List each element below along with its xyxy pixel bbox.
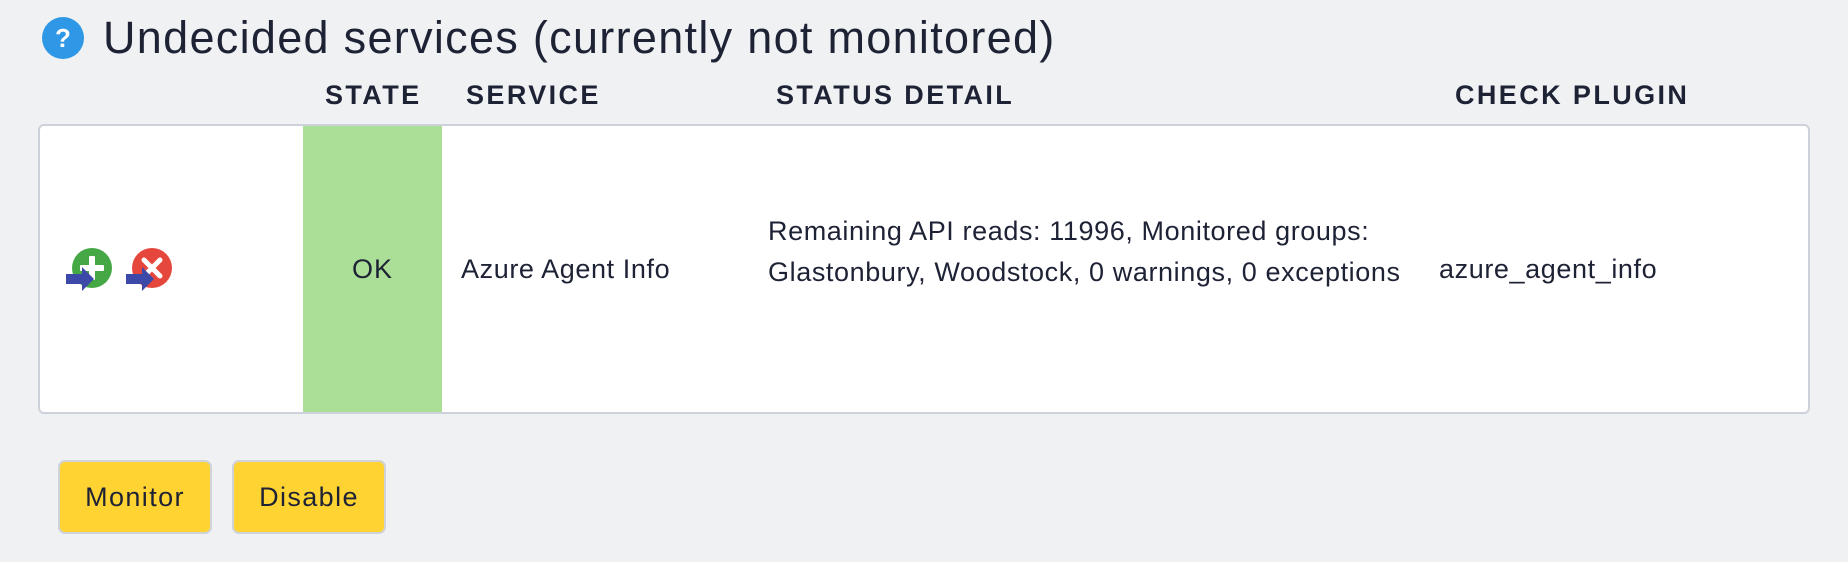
column-header-status-detail[interactable]: STATUS DETAIL [776, 80, 1014, 111]
section-header: ? Undecided services (currently not moni… [42, 8, 1056, 68]
service-name[interactable]: Azure Agent Info [461, 254, 670, 285]
question-mark-icon[interactable]: ? [42, 17, 84, 59]
column-header-check-plugin[interactable]: CHECK PLUGIN [1455, 80, 1689, 111]
column-header-state[interactable]: STATE [325, 80, 422, 111]
disable-service-icon[interactable] [124, 246, 174, 296]
svg-text:?: ? [55, 23, 71, 53]
column-header-service[interactable]: SERVICE [466, 80, 601, 111]
disable-button[interactable]: Disable [232, 460, 386, 534]
services-table: OK Azure Agent Info Remaining API reads:… [38, 124, 1810, 414]
row-actions [64, 246, 184, 296]
monitor-button[interactable]: Monitor [58, 460, 212, 534]
check-plugin: azure_agent_info [1439, 254, 1658, 284]
monitor-service-icon[interactable] [64, 246, 114, 296]
table-row: OK Azure Agent Info Remaining API reads:… [40, 126, 1808, 412]
page-title: Undecided services (currently not monito… [103, 12, 1056, 63]
status-detail: Remaining API reads: 11996, Monitored gr… [768, 216, 1401, 287]
state-badge: OK [303, 126, 442, 412]
